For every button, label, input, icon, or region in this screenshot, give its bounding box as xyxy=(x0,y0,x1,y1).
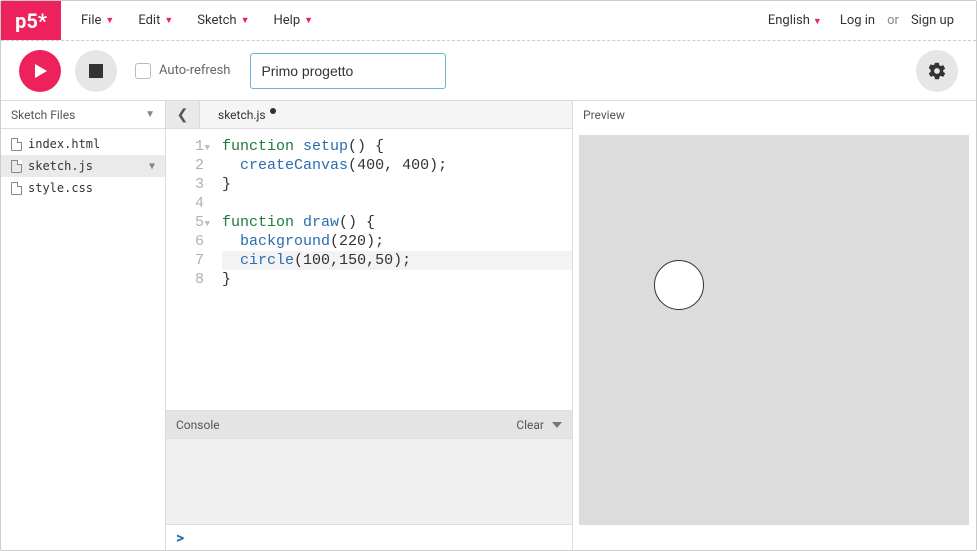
line-number: 1▼ xyxy=(166,137,204,156)
file-icon xyxy=(11,138,22,151)
code-line[interactable]: background(220); xyxy=(222,232,572,251)
console-prompt-icon: > xyxy=(176,528,184,547)
caret-down-icon: ▼ xyxy=(813,17,822,27)
main-area: Sketch Files ▼ index.html sketch.js ▼ style… xyxy=(1,101,976,550)
project-name-input[interactable] xyxy=(250,53,446,89)
play-icon xyxy=(32,63,48,79)
code-line[interactable]: } xyxy=(222,270,572,289)
language-selector[interactable]: English▼ xyxy=(762,9,828,32)
fold-icon[interactable]: ▼ xyxy=(205,215,210,234)
chevron-left-icon: ❮ xyxy=(177,107,189,123)
preview-title: Preview xyxy=(583,108,625,122)
code-line[interactable]: createCanvas(400, 400); xyxy=(222,156,572,175)
active-tab[interactable]: sketch.js xyxy=(200,101,294,128)
file-name: style.css xyxy=(28,181,93,195)
menubar-right: English▼ Log in or Sign up xyxy=(762,1,976,40)
code-line[interactable]: function draw() { xyxy=(222,213,572,232)
signup-link[interactable]: Sign up xyxy=(905,9,960,32)
or-separator: or xyxy=(887,13,899,28)
file-list: index.html sketch.js ▼ style.css xyxy=(1,129,165,203)
tab-filename: sketch.js xyxy=(218,108,266,122)
file-item[interactable]: index.html xyxy=(1,133,165,155)
caret-down-icon: ▼ xyxy=(164,15,173,26)
auto-refresh-toggle[interactable]: Auto-refresh xyxy=(135,63,230,79)
menu-sketch[interactable]: Sketch ▼ xyxy=(187,7,259,34)
file-item[interactable]: style.css xyxy=(1,177,165,199)
file-name: index.html xyxy=(28,137,100,151)
language-label: English xyxy=(768,13,810,28)
sidebar-header[interactable]: Sketch Files ▼ xyxy=(1,101,165,129)
menu-file-label: File xyxy=(81,13,101,28)
line-number: 6 xyxy=(166,232,204,251)
stop-icon xyxy=(89,64,103,78)
sidebar: Sketch Files ▼ index.html sketch.js ▼ style… xyxy=(1,101,166,550)
caret-down-icon: ▼ xyxy=(304,15,313,26)
logo[interactable]: p5* xyxy=(1,1,61,40)
tabbar: ❮ sketch.js xyxy=(166,101,572,129)
menu-file[interactable]: File ▼ xyxy=(71,7,124,34)
menu-help-label: Help xyxy=(273,13,300,28)
collapse-sidebar-button[interactable]: ❮ xyxy=(166,101,200,128)
console-header: Console Clear xyxy=(166,411,572,439)
gear-icon xyxy=(927,61,947,81)
preview-header: Preview xyxy=(573,101,976,129)
file-icon xyxy=(11,182,22,195)
console-input[interactable]: > xyxy=(166,524,572,550)
modified-indicator-icon xyxy=(270,108,276,114)
fold-icon[interactable]: ▼ xyxy=(205,139,210,158)
preview-canvas xyxy=(579,135,969,525)
canvas-wrapper xyxy=(573,129,976,550)
preview-circle xyxy=(654,260,704,310)
line-number: 7 xyxy=(166,251,204,270)
auto-refresh-checkbox[interactable] xyxy=(135,63,151,79)
console-clear-button[interactable]: Clear xyxy=(516,418,544,432)
code-line[interactable]: function setup() { xyxy=(222,137,572,156)
login-link[interactable]: Log in xyxy=(834,9,881,32)
auto-refresh-label: Auto-refresh xyxy=(159,63,230,78)
line-number: 3 xyxy=(166,175,204,194)
stop-button[interactable] xyxy=(75,50,117,92)
console-body xyxy=(166,439,572,524)
file-name: sketch.js xyxy=(28,159,93,173)
line-gutter: 1▼2345▼678 xyxy=(166,137,212,410)
code-content[interactable]: function setup() { createCanvas(400, 400… xyxy=(212,137,572,410)
chevron-down-icon[interactable] xyxy=(552,422,562,428)
preview-column: Preview xyxy=(573,101,976,550)
caret-down-icon: ▼ xyxy=(241,15,250,26)
menubar: p5* File▼ Edit▼ Sketch▼ Help▼ English▼ L… xyxy=(1,1,976,41)
menu-help[interactable]: Help ▼ xyxy=(263,7,323,34)
line-number: 8 xyxy=(166,270,204,289)
caret-down-icon: ▼ xyxy=(105,15,114,26)
play-button[interactable] xyxy=(19,50,61,92)
caret-down-icon: ▼ xyxy=(145,109,155,120)
file-icon xyxy=(11,160,22,173)
line-number: 2 xyxy=(166,156,204,175)
console: Console Clear > xyxy=(166,410,572,550)
sidebar-title: Sketch Files xyxy=(11,108,75,122)
line-number: 5▼ xyxy=(166,213,204,232)
caret-down-icon[interactable]: ▼ xyxy=(149,161,155,172)
code-line[interactable]: circle(100,150,50); xyxy=(222,251,572,270)
code-line[interactable]: } xyxy=(222,175,572,194)
menu-sketch-label: Sketch xyxy=(197,13,236,28)
menu-items: File ▼ Edit ▼ Sketch ▼ Help ▼ xyxy=(61,1,762,40)
file-item[interactable]: sketch.js ▼ xyxy=(1,155,165,177)
menu-edit[interactable]: Edit ▼ xyxy=(128,7,183,34)
code-editor[interactable]: 1▼2345▼678 function setup() { createCanv… xyxy=(166,129,572,410)
line-number: 4 xyxy=(166,194,204,213)
console-title: Console xyxy=(176,418,220,432)
editor-column: ❮ sketch.js 1▼2345▼678 function setup() … xyxy=(166,101,573,550)
toolbar: Auto-refresh xyxy=(1,41,976,101)
code-line[interactable] xyxy=(222,194,572,213)
settings-button[interactable] xyxy=(916,50,958,92)
menu-edit-label: Edit xyxy=(138,13,160,28)
